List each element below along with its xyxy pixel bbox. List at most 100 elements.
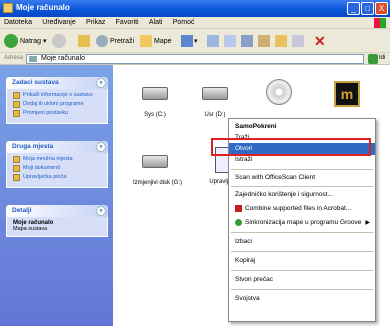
hard-disk-icon bbox=[202, 87, 228, 100]
drive-c[interactable]: Sys (C:) bbox=[133, 87, 177, 118]
menu-pomoc[interactable]: Pomoć bbox=[169, 18, 199, 26]
menu-favoriti[interactable]: Favoriti bbox=[112, 18, 143, 26]
folders-icon bbox=[140, 35, 152, 47]
menu-separator bbox=[231, 186, 373, 187]
forward-arrow-icon bbox=[52, 34, 66, 48]
place-label: Moji dokumenti bbox=[23, 165, 60, 171]
drive-cd[interactable] bbox=[259, 79, 299, 105]
menu-bar: Datoteka Uređivanje Prikaz Favoriti Alat… bbox=[0, 17, 390, 29]
menu-separator bbox=[231, 270, 373, 271]
menu-separator bbox=[231, 232, 373, 233]
collapse-icon[interactable]: « bbox=[96, 78, 106, 88]
folders-button[interactable]: Mape bbox=[140, 34, 172, 48]
submenu-arrow-icon: ▶ bbox=[365, 220, 370, 226]
menu-item-label: Zajedničko korištenje i sigurnost... bbox=[235, 191, 333, 198]
menu-item-label: Kopiraj bbox=[235, 257, 256, 264]
menu-separator bbox=[231, 169, 373, 170]
search-button[interactable]: Pretraži bbox=[96, 34, 134, 48]
other-places-panel: Druga mjesta « Moja mrežna mjesta Moji d… bbox=[6, 141, 108, 188]
chevron-down-icon: ▾ bbox=[43, 38, 47, 45]
copy-to-button[interactable] bbox=[224, 34, 236, 48]
menu-alati[interactable]: Alati bbox=[145, 18, 167, 26]
menu-item-create-shortcut[interactable]: Stvori prečac bbox=[229, 274, 375, 286]
back-arrow-icon bbox=[4, 34, 18, 48]
move-to-icon bbox=[207, 35, 219, 47]
views-button[interactable]: ▾ bbox=[181, 34, 198, 48]
computer-icon bbox=[29, 56, 37, 62]
network-places-icon bbox=[13, 156, 20, 163]
acrobat-icon bbox=[235, 204, 242, 212]
task-label: Promjeni postavku bbox=[23, 110, 69, 116]
removable-disk-icon bbox=[142, 155, 168, 168]
menu-prikaz[interactable]: Prikaz bbox=[82, 18, 109, 26]
menu-item-groove-sync[interactable]: Sinkronizacija mape u programu Groove ▶ bbox=[229, 217, 375, 229]
maximize-button[interactable]: □ bbox=[361, 2, 374, 15]
move-to-button[interactable] bbox=[207, 34, 219, 48]
task-label: Prikaži informacije o sustavu bbox=[23, 92, 93, 98]
place-link[interactable]: Moja mrežna mjesta bbox=[13, 156, 103, 163]
windows-logo-icon bbox=[374, 18, 386, 28]
menu-item-scan[interactable]: Scan with OfficeScan Client bbox=[229, 172, 375, 184]
menu-item-label: Scan with OfficeScan Client bbox=[235, 174, 316, 181]
toolbar: Natrag ▾ Pretraži Mape ▾ ✕ bbox=[0, 29, 390, 53]
menu-item-properties[interactable]: Svojstva bbox=[229, 293, 375, 305]
place-label: Moja mrežna mjesta bbox=[23, 156, 73, 162]
menu-datoteka[interactable]: Datoteka bbox=[0, 18, 36, 26]
details-panel: Detalji « Moje računalo Mapa sustava bbox=[6, 205, 108, 237]
info-icon bbox=[13, 92, 20, 99]
paste-button[interactable] bbox=[258, 34, 270, 48]
menu-item-label: SamoPokreni bbox=[235, 123, 277, 130]
go-label[interactable]: Idi bbox=[379, 55, 385, 61]
groove-icon bbox=[235, 218, 242, 226]
menu-item-sharing[interactable]: Zajedničko korištenje i sigurnost... bbox=[229, 189, 375, 201]
panel-header[interactable]: Zadaci sustava « bbox=[6, 77, 108, 89]
panel-header[interactable]: Druga mjesta « bbox=[6, 141, 108, 153]
minimize-button[interactable]: _ bbox=[347, 2, 360, 15]
cd-drive-icon bbox=[266, 79, 292, 105]
views-icon bbox=[181, 35, 193, 47]
menu-item-eject[interactable]: Izbaci bbox=[229, 236, 375, 248]
application-drive-icon: m bbox=[334, 81, 360, 107]
highlight-callout bbox=[211, 138, 371, 156]
panel-header[interactable]: Detalji « bbox=[6, 205, 108, 217]
computer-icon bbox=[3, 3, 13, 13]
properties-button[interactable] bbox=[292, 34, 304, 48]
hard-disk-icon bbox=[142, 87, 168, 100]
paste-icon bbox=[258, 35, 270, 47]
menu-item-acrobat[interactable]: Combine supported files in Acrobat... bbox=[229, 203, 375, 215]
menu-item-label: Sinkronizacija mape u programu Groove bbox=[245, 219, 362, 226]
collapse-icon[interactable]: « bbox=[96, 206, 106, 216]
back-button[interactable]: Natrag ▾ bbox=[4, 34, 47, 48]
menu-item-label: Istraži bbox=[235, 156, 253, 163]
back-label: Natrag bbox=[20, 37, 42, 45]
drive-label: Izmjenjivi disk (G:) bbox=[133, 180, 183, 186]
delete-icon[interactable]: ✕ bbox=[314, 33, 326, 49]
drive-g[interactable]: Izmjenjivi disk (G:) bbox=[133, 155, 183, 186]
undo-button[interactable] bbox=[275, 34, 287, 48]
address-field[interactable]: Moje računalo bbox=[26, 54, 364, 64]
task-link[interactable]: Prikaži informacije o sustavu bbox=[13, 92, 103, 99]
search-icon bbox=[96, 35, 108, 47]
menu-separator bbox=[231, 289, 373, 290]
up-folder-button[interactable] bbox=[78, 34, 90, 48]
place-link[interactable]: Moji dokumenti bbox=[13, 165, 103, 172]
task-link[interactable]: Promjeni postavku bbox=[13, 110, 103, 117]
copy-to-icon bbox=[224, 35, 236, 47]
task-label: Dodaj ili ukloni programe bbox=[23, 101, 84, 107]
control-panel-icon bbox=[13, 174, 20, 181]
go-arrow-icon[interactable] bbox=[368, 54, 378, 64]
drive-d[interactable]: Usr (D:) bbox=[193, 87, 237, 118]
menu-item-copy[interactable]: Kopiraj bbox=[229, 255, 375, 267]
menu-uredivanje[interactable]: Uređivanje bbox=[38, 18, 79, 26]
close-button[interactable]: X bbox=[375, 2, 388, 15]
forward-button[interactable] bbox=[52, 34, 66, 48]
title-bar: Moje računalo _ □ X bbox=[0, 0, 390, 17]
place-link[interactable]: Upravljačka ploča bbox=[13, 174, 103, 181]
place-label: Upravljačka ploča bbox=[23, 174, 67, 180]
task-link[interactable]: Dodaj ili ukloni programe bbox=[13, 101, 103, 108]
cut-button[interactable] bbox=[241, 34, 253, 48]
properties-icon bbox=[292, 35, 304, 47]
drive-app[interactable]: m bbox=[327, 81, 367, 107]
collapse-icon[interactable]: « bbox=[96, 142, 106, 152]
task-pane: Zadaci sustava « Prikaži informacije o s… bbox=[0, 65, 113, 326]
